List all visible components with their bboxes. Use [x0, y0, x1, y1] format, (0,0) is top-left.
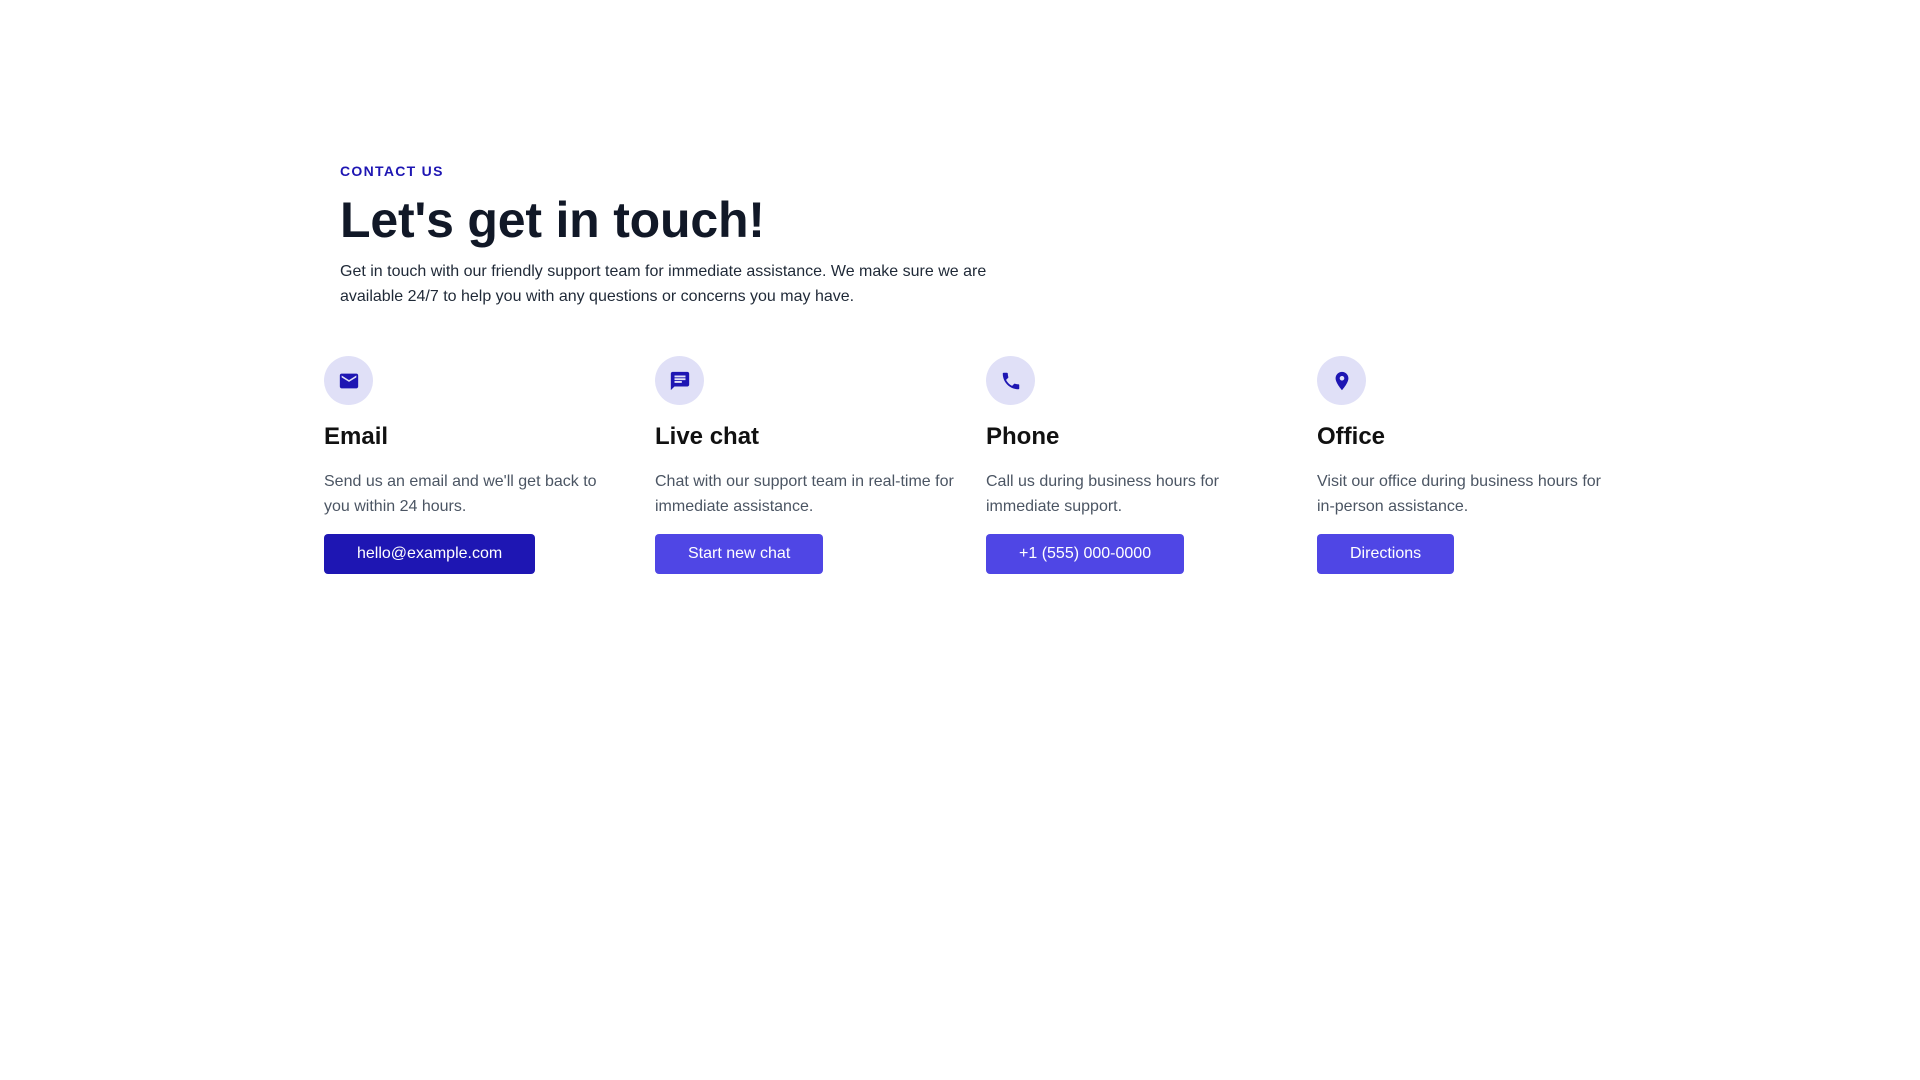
card-description: Send us an email and we'll get back to y… [324, 473, 597, 515]
page-subtitle: Get in touch with our friendly support t… [340, 263, 987, 305]
email-button[interactable]: hello@example.com [324, 534, 536, 574]
chat-icon [670, 371, 689, 390]
card-description: Chat with our support team in real-time … [655, 473, 954, 515]
page-title: Let's get in touch! [340, 192, 765, 248]
start-new-chat-button[interactable]: Start new chat [655, 534, 824, 574]
phone-icon [1002, 372, 1019, 389]
chat-icon-badge [655, 356, 704, 405]
mail-icon-badge [324, 356, 373, 405]
phone-icon-badge [986, 356, 1035, 405]
card-description: Visit our office during business hours f… [1317, 473, 1602, 515]
contact-header: CONTACT US Let's get in touch! Get in to… [340, 163, 1060, 309]
location-pin-icon [1335, 371, 1348, 390]
contact-card-phone: Phone Call us during business hours for … [986, 356, 1286, 574]
contact-cards: Email Send us an email and we'll get bac… [324, 356, 1664, 596]
card-title: Phone [986, 423, 1060, 450]
section-eyebrow: CONTACT US [340, 163, 444, 179]
contact-card-email: Email Send us an email and we'll get bac… [324, 356, 624, 574]
card-title: Office [1317, 423, 1386, 450]
location-pin-icon-badge [1317, 356, 1366, 405]
card-description: Call us during business hours for immedi… [986, 473, 1220, 515]
card-title: Live chat [655, 423, 760, 450]
contact-card-live-chat: Live chat Chat with our support team in … [655, 356, 955, 574]
directions-button[interactable]: Directions [1317, 534, 1455, 574]
contact-card-office: Office Visit our office during business … [1317, 356, 1617, 574]
mail-icon [339, 373, 358, 388]
card-title: Email [324, 423, 389, 450]
phone-button[interactable]: +1 (555) 000-0000 [986, 534, 1185, 574]
contact-page: CONTACT US Let's get in touch! Get in to… [0, 0, 1920, 1080]
